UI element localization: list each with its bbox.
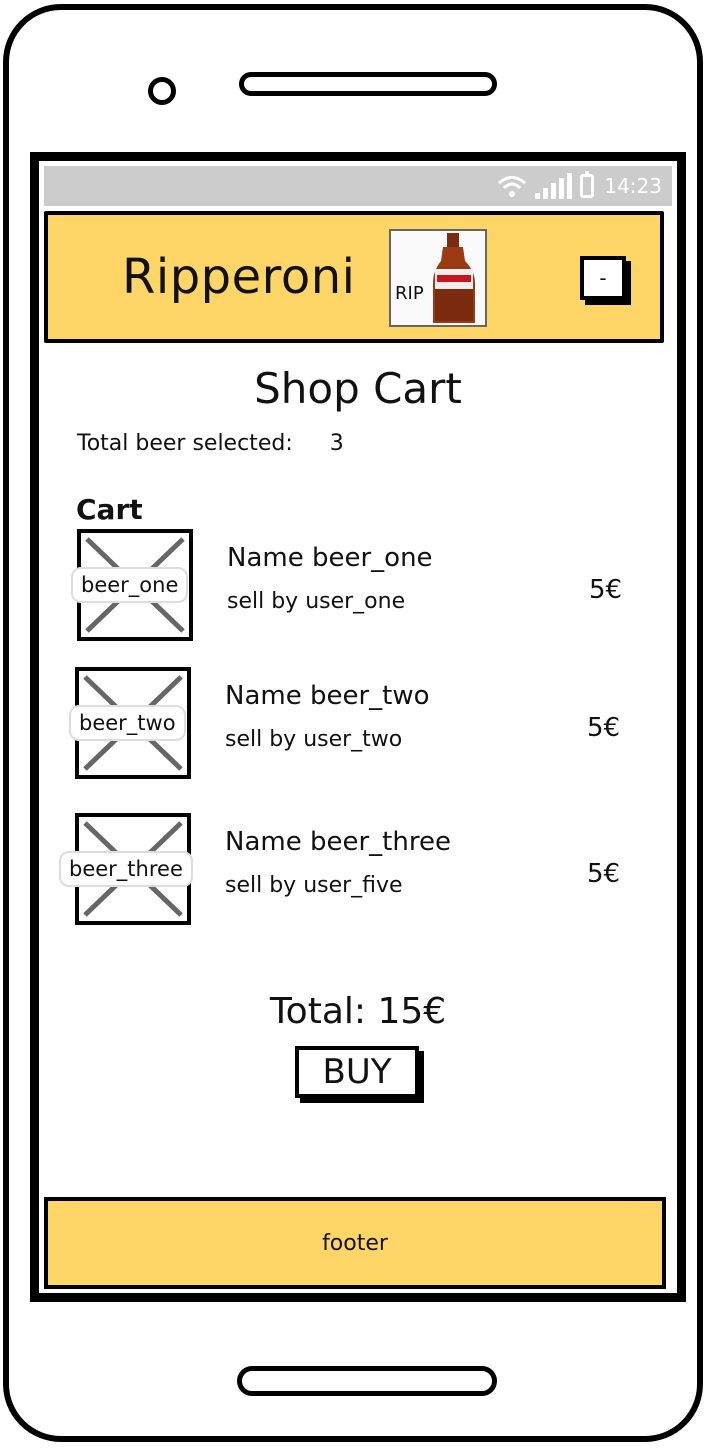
home-slot <box>237 1366 497 1396</box>
beer-seller: sell by user_one <box>227 589 406 614</box>
status-time: 14:23 <box>604 174 662 198</box>
brand-logo: RIP <box>389 229 487 327</box>
total-selected-value: 3 <box>329 431 344 456</box>
total-selected-label: Total beer selected: <box>77 431 293 456</box>
total-beer-selected: Total beer selected: 3 <box>77 431 344 456</box>
footer: footer <box>44 1197 666 1289</box>
beer-seller: sell by user_two <box>225 727 403 752</box>
beer-name: Name beer_three <box>225 827 451 857</box>
wifi-icon <box>498 176 527 197</box>
cart-heading: Cart <box>76 493 143 526</box>
signal-icon <box>535 173 573 199</box>
beer-price: 5€ <box>587 859 621 889</box>
app-title: Ripperoni <box>122 249 356 305</box>
beer-image-placeholder: beer_one <box>71 529 193 641</box>
beer-price: 5€ <box>587 713 621 743</box>
beer-price: 5€ <box>589 575 623 605</box>
beer-image-placeholder: beer_three <box>59 813 193 925</box>
beer-seller: sell by user_five <box>225 873 403 898</box>
battery-icon <box>580 171 595 198</box>
beer-name: Name beer_one <box>227 543 433 573</box>
page-title: Shop Cart <box>254 364 462 413</box>
beer-image-label: beer_two <box>69 705 186 741</box>
beer-image-label: beer_three <box>59 851 193 887</box>
status-bar: 14:23 <box>44 166 672 206</box>
buy-button[interactable]: BUY <box>295 1046 419 1098</box>
logo-text: RIP <box>395 283 424 304</box>
menu-button[interactable]: - <box>580 256 626 300</box>
camera <box>148 77 176 105</box>
cart-total: Total: 15€ <box>269 991 447 1032</box>
beer-image-label: beer_one <box>71 567 189 603</box>
speaker-slot <box>239 72 497 96</box>
app-header: Ripperoni RIP - <box>44 211 664 343</box>
beer-name: Name beer_two <box>225 681 430 711</box>
screen: 14:23 Ripperoni RIP - Shop Cart Total be… <box>30 152 686 1302</box>
beer-image-placeholder: beer_two <box>69 667 191 779</box>
